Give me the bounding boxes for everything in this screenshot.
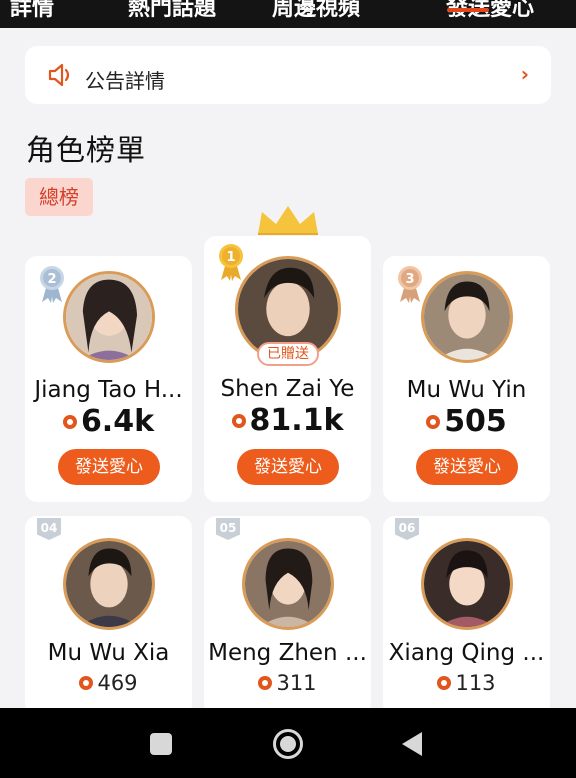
back-icon[interactable] (402, 732, 422, 756)
top-tab-bar: 詳情 熱門話題 周邊視頻 發送愛心 (0, 0, 576, 28)
bronze-medal-icon: 3 (398, 266, 422, 303)
tab-details[interactable]: 詳情 (10, 0, 54, 22)
section-title: 角色榜單 (26, 133, 147, 167)
system-navigation-bar (0, 708, 576, 778)
heart-icon (426, 414, 441, 429)
rank-badge: 06 (395, 518, 419, 540)
gold-medal-icon: 1 (219, 244, 243, 281)
avatar (242, 538, 334, 630)
gifted-tag: 已贈送 (257, 342, 319, 366)
send-love-button[interactable]: 發送愛心 (416, 449, 518, 485)
love-count: 81.1k (204, 403, 371, 438)
chevron-right-icon: › (520, 62, 529, 86)
character-name: Jiang Tao H... (34, 377, 183, 403)
avatar (421, 538, 513, 630)
rank-badge: 05 (216, 518, 240, 540)
character-card-rank-4[interactable]: 04 Mu Wu Xia 469 (25, 516, 192, 716)
speaker-icon (48, 63, 70, 87)
character-card-rank-5[interactable]: 05 Meng Zhen ... 311 (204, 516, 371, 716)
avatar (63, 271, 155, 363)
tab-videos[interactable]: 周邊視頻 (272, 0, 360, 22)
character-name: Shen Zai Ye (220, 376, 355, 402)
character-name: Xiang Qing ... (388, 640, 545, 666)
love-count: 311 (204, 671, 371, 695)
character-card-rank-1[interactable]: 1 Shen Zai Ye 81.1k 發送愛心 (204, 236, 371, 502)
announcement-bar[interactable]: 公告詳情 › (25, 46, 551, 104)
home-icon[interactable] (273, 729, 303, 759)
avatar (421, 271, 513, 363)
announcement-label: 公告詳情 (85, 69, 165, 93)
active-tab-indicator (447, 8, 489, 12)
rank-badge: 04 (37, 518, 61, 540)
character-name: Mu Wu Xia (47, 640, 170, 666)
heart-icon (258, 676, 273, 690)
love-count: 469 (25, 671, 192, 695)
crown-icon (258, 206, 318, 235)
rank-number: 3 (405, 272, 414, 287)
silver-medal-icon: 2 (40, 266, 64, 303)
tab-hot-topics[interactable]: 熱門話題 (128, 0, 216, 22)
send-love-button[interactable]: 發送愛心 (58, 449, 160, 485)
rank-number: 1 (226, 250, 235, 265)
character-card-rank-2[interactable]: 2 Jiang Tao H... 6.4k 發送愛心 (25, 256, 192, 502)
recent-apps-icon[interactable] (150, 733, 172, 755)
character-name: Mu Wu Yin (406, 377, 527, 403)
character-name: Meng Zhen ... (208, 640, 367, 666)
filter-chip-overall[interactable]: 總榜 (25, 178, 93, 216)
love-count: 505 (383, 404, 550, 439)
love-count: 113 (383, 671, 550, 695)
heart-icon (231, 413, 246, 428)
avatar (63, 538, 155, 630)
character-card-rank-3[interactable]: 3 Mu Wu Yin 505 發送愛心 (383, 256, 550, 502)
heart-icon (437, 676, 452, 690)
character-card-rank-6[interactable]: 06 Xiang Qing ... 113 (383, 516, 550, 716)
heart-icon (62, 414, 77, 429)
heart-icon (79, 676, 94, 690)
love-count: 6.4k (25, 404, 192, 439)
send-love-button[interactable]: 發送愛心 (237, 449, 339, 485)
rank-number: 2 (47, 272, 56, 287)
